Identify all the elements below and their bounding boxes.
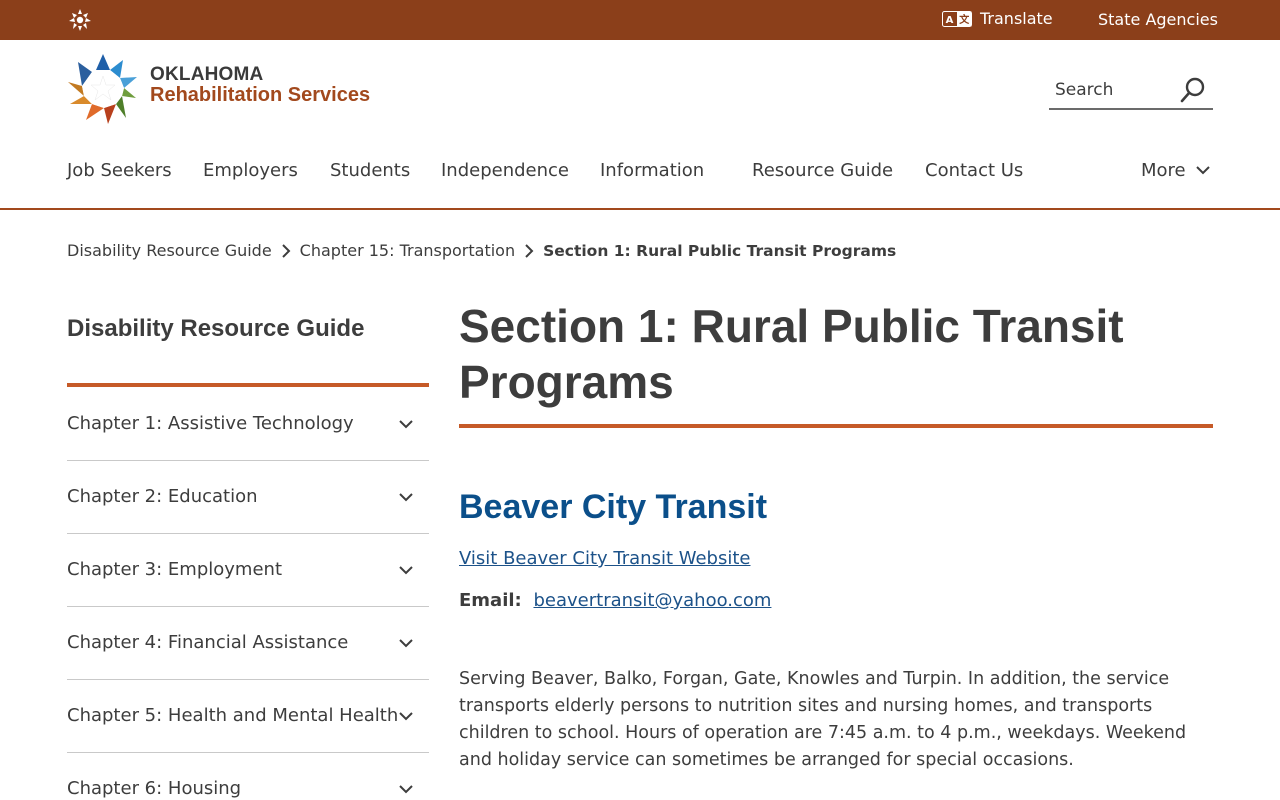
oklahoma-rehab-logo-icon[interactable] [66, 52, 140, 126]
sidebar-item-chapter-1[interactable]: Chapter 1: Assistive Technology [67, 388, 429, 461]
transit-description: Serving Beaver, Balko, Forgan, Gate, Kno… [459, 669, 1187, 770]
nav-item-employers[interactable]: Employers [203, 160, 298, 181]
utility-bar: A 文 Translate State Agencies [0, 0, 1280, 40]
nav-more-button[interactable]: More [1141, 160, 1210, 181]
translate-button[interactable]: A 文 Translate [942, 9, 1053, 28]
chevron-down-icon [399, 639, 413, 648]
sidebar-title-rule [67, 383, 429, 387]
state-agencies-link[interactable]: State Agencies [1098, 10, 1218, 29]
sidebar-item-label: Chapter 3: Employment [67, 559, 282, 580]
nav-item-independence[interactable]: Independence [441, 160, 569, 181]
chevron-down-icon [399, 712, 413, 721]
breadcrumb-current: Section 1: Rural Public Transit Programs [543, 241, 897, 260]
transit-email-row: Email: beavertransit@yahoo.com [459, 590, 771, 611]
sidebar-item-chapter-6[interactable]: Chapter 6: Housing [67, 753, 429, 800]
breadcrumb-link-resource-guide[interactable]: Disability Resource Guide [67, 241, 272, 260]
email-label: Email: [459, 590, 522, 611]
page-title-rule [459, 424, 1213, 428]
transit-website-link[interactable]: Visit Beaver City Transit Website [459, 548, 750, 569]
nav-item-contact-us[interactable]: Contact Us [925, 160, 1023, 181]
nav-item-information[interactable]: Information [600, 160, 704, 181]
chevron-down-icon [399, 420, 413, 429]
chevron-down-icon [399, 785, 413, 794]
search-input[interactable] [1055, 78, 1175, 102]
oklahoma-star-icon[interactable] [68, 8, 92, 32]
sidebar-item-chapter-2[interactable]: Chapter 2: Education [67, 461, 429, 534]
sidebar-item-chapter-3[interactable]: Chapter 3: Employment [67, 534, 429, 607]
sidebar-item-chapter-4[interactable]: Chapter 4: Financial Assistance [67, 607, 429, 680]
chevron-right-icon [281, 243, 291, 258]
translate-label: Translate [980, 9, 1053, 28]
transit-email-link[interactable]: beavertransit@yahoo.com [533, 590, 771, 611]
chevron-down-icon [399, 493, 413, 502]
sidebar-item-label: Chapter 2: Education [67, 486, 258, 507]
page-title: Section 1: Rural Public Transit Programs [459, 300, 1124, 408]
search-icon[interactable] [1179, 76, 1207, 104]
nav-item-resource-guide[interactable]: Resource Guide [752, 160, 893, 181]
nav-item-job-seekers[interactable]: Job Seekers [67, 160, 172, 181]
chevron-right-icon [525, 243, 534, 258]
brand-name: OKLAHOMA [150, 64, 264, 85]
nav-item-students[interactable]: Students [330, 160, 410, 181]
nav-divider [0, 208, 1280, 210]
svg-text:文: 文 [959, 13, 970, 26]
chevron-down-icon [399, 566, 413, 575]
brand-subtitle: Rehabilitation Services [150, 84, 371, 106]
chevron-down-icon [1195, 166, 1210, 175]
sidebar-title: Disability Resource Guide [67, 315, 365, 342]
sidebar-chapter-list: Chapter 1: Assistive Technology Chapter … [67, 388, 429, 800]
sidebar-item-chapter-5[interactable]: Chapter 5: Health and Mental Health [67, 680, 429, 753]
nav-more-label: More [1141, 160, 1186, 181]
sidebar-item-label: Chapter 5: Health and Mental Health [67, 705, 399, 726]
sidebar-item-label: Chapter 4: Financial Assistance [67, 632, 349, 653]
search-box [1049, 72, 1213, 110]
breadcrumb: Disability Resource Guide Chapter 15: Tr… [67, 241, 896, 260]
main-navigation: Job Seekers Employers Students Independe… [0, 150, 1280, 208]
breadcrumb-link-chapter-15[interactable]: Chapter 15: Transportation [300, 241, 515, 260]
svg-text:A: A [946, 15, 954, 26]
transit-program-heading: Beaver City Transit [459, 488, 768, 526]
sidebar-item-label: Chapter 6: Housing [67, 778, 242, 799]
translate-icon: A 文 [942, 10, 972, 27]
sidebar-item-label: Chapter 1: Assistive Technology [67, 413, 354, 434]
